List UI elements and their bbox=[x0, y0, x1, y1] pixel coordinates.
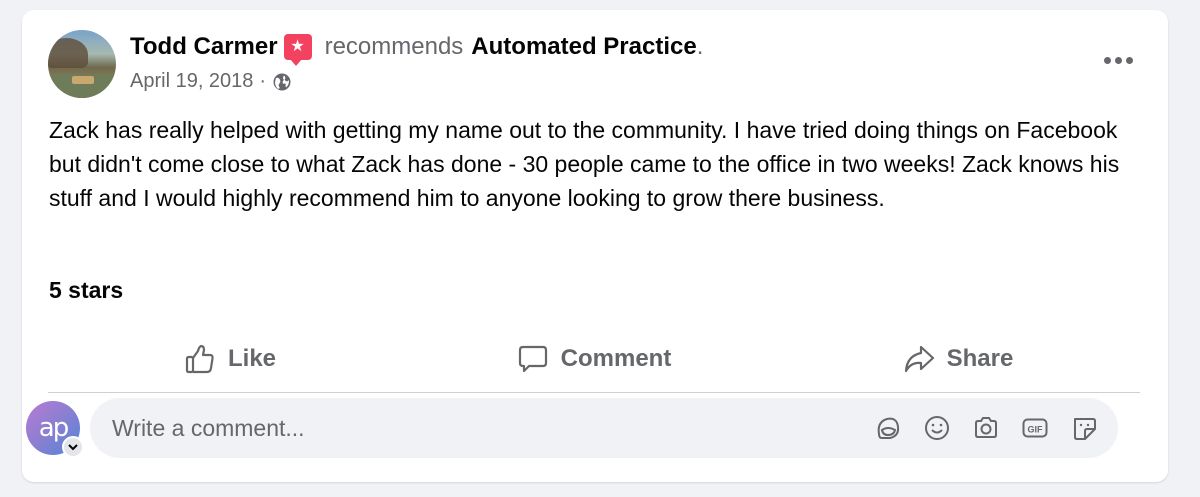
sticker-icon[interactable] bbox=[1070, 414, 1098, 442]
share-button[interactable]: Share bbox=[776, 336, 1140, 382]
post-meta: April 19, 2018 · bbox=[130, 70, 292, 93]
post-header: Todd Carmer ★ recommends Automated Pract… bbox=[130, 33, 704, 66]
thumbs-up-icon bbox=[185, 344, 214, 374]
comment-composer: GIF bbox=[90, 398, 1118, 458]
share-arrow-icon bbox=[904, 345, 934, 373]
gif-icon[interactable]: GIF bbox=[1021, 414, 1049, 442]
author-avatar[interactable] bbox=[48, 30, 116, 98]
avatar-sticker-icon[interactable] bbox=[874, 414, 902, 442]
avatar-initials: ap bbox=[38, 413, 69, 443]
recommendation-star-icon: ★ bbox=[283, 34, 312, 66]
post-body: Zack has really helped with getting my n… bbox=[49, 117, 1120, 211]
composer-tools: GIF bbox=[874, 414, 1098, 442]
page-link[interactable]: Automated Practice bbox=[471, 33, 696, 61]
comment-label: Comment bbox=[560, 345, 672, 372]
author-name[interactable]: Todd Carmer bbox=[130, 33, 278, 61]
post-date[interactable]: April 19, 2018 bbox=[130, 70, 253, 93]
page-suffix: . bbox=[696, 33, 704, 60]
rating-text: 5 stars bbox=[49, 277, 124, 303]
action-bar: Like Comment Share bbox=[48, 336, 1140, 382]
emoji-icon[interactable] bbox=[923, 414, 951, 442]
globe-icon[interactable] bbox=[272, 72, 292, 92]
recommends-text: recommends bbox=[324, 33, 464, 60]
like-label: Like bbox=[227, 345, 277, 372]
svg-text:GIF: GIF bbox=[1028, 425, 1044, 435]
camera-icon[interactable] bbox=[972, 414, 1000, 442]
comment-bubble-icon bbox=[518, 345, 547, 373]
like-button[interactable]: Like bbox=[48, 336, 412, 382]
comment-input[interactable] bbox=[112, 398, 872, 458]
divider bbox=[48, 392, 1140, 393]
chevron-down-icon[interactable] bbox=[62, 436, 84, 458]
more-options-button[interactable] bbox=[1098, 48, 1138, 72]
share-label: Share bbox=[946, 345, 1014, 372]
date-separator: · bbox=[259, 70, 267, 92]
comment-button[interactable]: Comment bbox=[412, 336, 776, 382]
